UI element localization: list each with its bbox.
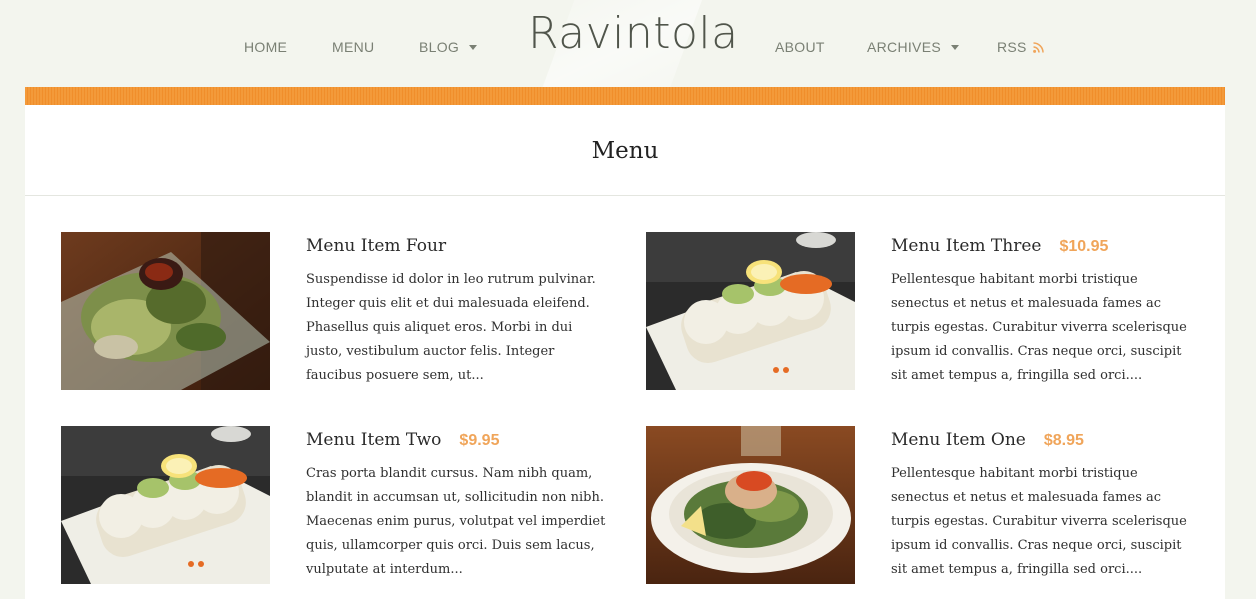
nav-rss-label: RSS — [997, 39, 1027, 55]
chevron-down-icon — [950, 45, 959, 50]
menu-item-title[interactable]: Menu Item One — [891, 430, 1026, 450]
nav-home-label: HOME — [244, 39, 288, 55]
rss-icon — [1032, 41, 1044, 53]
menu-item-card: Menu Item Two $9.95 Cras porta blandit c… — [61, 426, 621, 586]
salad-plate-photo — [61, 232, 270, 390]
page-title-section: Menu — [25, 105, 1225, 196]
menu-item-image[interactable] — [61, 426, 270, 584]
nav-home[interactable]: HOME — [244, 39, 287, 55]
nav-blog-label: BLOG — [419, 39, 460, 55]
menu-item-image[interactable] — [61, 232, 270, 390]
menu-item-description: Pellentesque habitant morbi tristique se… — [891, 466, 1187, 577]
nav-archives[interactable]: ARCHIVES — [867, 39, 959, 55]
nav-rss[interactable]: RSS — [997, 39, 1044, 55]
menu-item-price: $9.95 — [459, 432, 500, 449]
nav-about[interactable]: ABOUT — [775, 39, 825, 55]
menu-item-card: Menu Item Three $10.95 Pellentesque habi… — [646, 232, 1206, 392]
nav-about-label: ABOUT — [775, 39, 825, 55]
salad-bowl-photo — [646, 426, 855, 584]
sushi-roll-photo — [646, 232, 855, 390]
chevron-down-icon — [469, 45, 478, 50]
main-content: Menu Menu Item Four Suspendisse id dolor… — [25, 105, 1225, 599]
site-logo-title[interactable]: Ravintola — [528, 8, 739, 59]
menu-item-price: $8.95 — [1043, 432, 1084, 449]
menu-item-header: Menu Item Four — [306, 236, 464, 256]
menu-item-price: $10.95 — [1059, 238, 1109, 255]
nav-archives-label: ARCHIVES — [867, 39, 941, 55]
menu-item-card: Menu Item One $8.95 Pellentesque habitan… — [646, 426, 1206, 586]
menu-item-title[interactable]: Menu Item Two — [306, 430, 441, 450]
menu-item-title[interactable]: Menu Item Four — [306, 236, 446, 256]
menu-item-description: Cras porta blandit cursus. Nam nibh quam… — [306, 466, 606, 577]
menu-item-image[interactable] — [646, 426, 855, 584]
menu-item-header: Menu Item One $8.95 — [891, 430, 1084, 450]
nav-blog[interactable]: BLOG — [419, 39, 478, 55]
top-navigation: HOME MENU BLOG Ravintola ABOUT ARCHIVES … — [0, 0, 1256, 88]
menu-item-title[interactable]: Menu Item Three — [891, 236, 1041, 256]
menu-item-description: Suspendisse id dolor in leo rutrum pulvi… — [306, 272, 596, 383]
nav-menu[interactable]: MENU — [332, 39, 374, 55]
menu-item-header: Menu Item Two $9.95 — [306, 430, 499, 450]
menu-item-card: Menu Item Four Suspendisse id dolor in l… — [61, 232, 621, 392]
menu-item-header: Menu Item Three $10.95 — [891, 236, 1108, 256]
accent-bar — [25, 87, 1225, 105]
menu-item-image[interactable] — [646, 232, 855, 390]
nav-menu-label: MENU — [332, 39, 375, 55]
menu-item-description: Pellentesque habitant morbi tristique se… — [891, 272, 1187, 383]
sushi-roll-photo — [61, 426, 270, 584]
page-title: Menu — [591, 138, 659, 164]
